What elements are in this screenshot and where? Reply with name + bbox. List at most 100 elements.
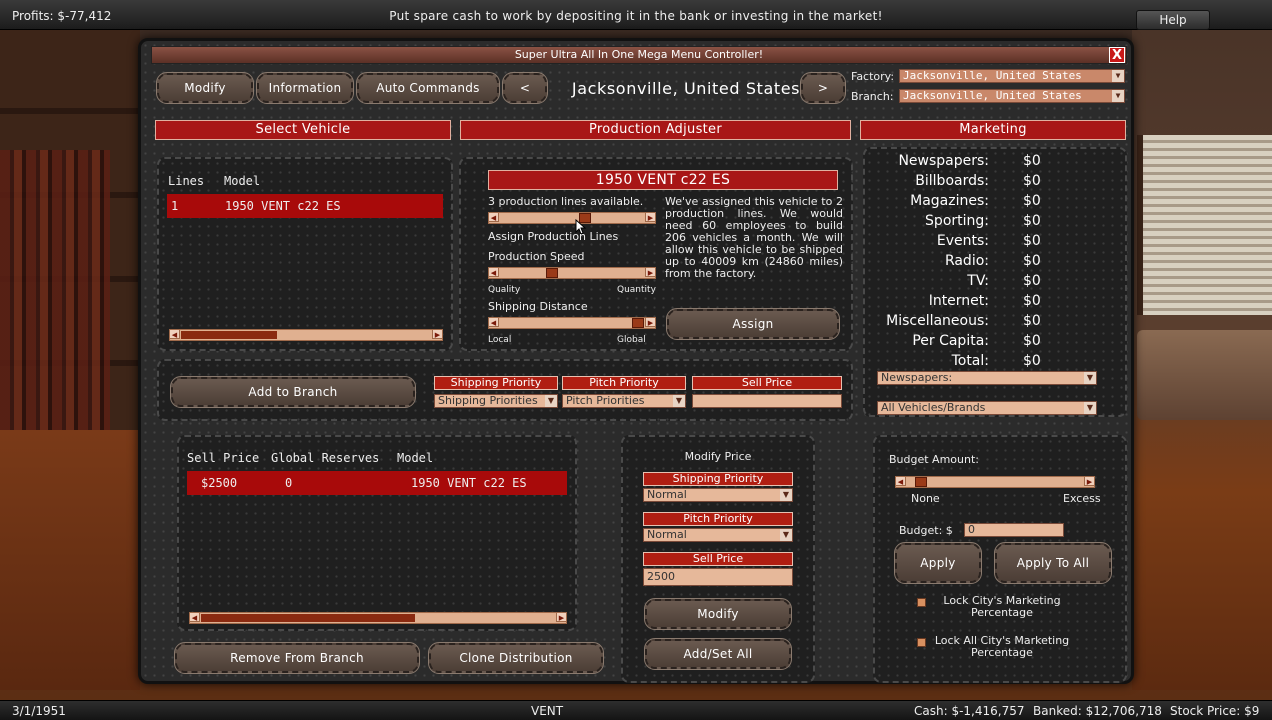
- lock-all-checkbox[interactable]: [917, 638, 926, 647]
- apply-to-all-button[interactable]: Apply To All: [994, 542, 1112, 584]
- decrease-arrow-icon[interactable]: ◀: [488, 267, 499, 277]
- media-type-select[interactable]: Newspapers: ▼: [877, 371, 1097, 385]
- marketing-row-label: TV:: [967, 273, 989, 289]
- clone-distribution-button[interactable]: Clone Distribution: [428, 642, 604, 674]
- vehicle-list-header-lines: Lines: [168, 174, 205, 188]
- budget-input[interactable]: 0: [964, 523, 1064, 537]
- marketing-row-magazines: Magazines: $0: [881, 193, 1071, 213]
- branch-list-row[interactable]: $2500 0 1950 VENT c22 ES: [187, 471, 567, 495]
- production-adjuster-header: Production Adjuster: [460, 120, 851, 140]
- vehicle-list-scrollbar[interactable]: ◀ ▶: [169, 329, 443, 341]
- increase-arrow-icon[interactable]: ▶: [645, 317, 656, 327]
- chevron-down-icon: ▼: [673, 395, 685, 407]
- chevron-down-icon: ▼: [780, 529, 792, 541]
- remove-from-branch-button[interactable]: Remove From Branch: [174, 642, 420, 674]
- increase-arrow-icon[interactable]: ▶: [645, 267, 656, 277]
- chevron-down-icon: ▼: [1112, 70, 1124, 82]
- vehicle-list-row[interactable]: 1 1950 VENT c22 ES: [167, 194, 443, 218]
- brand-select[interactable]: All Vehicles/Brands ▼: [877, 401, 1097, 415]
- budget-amount-slider[interactable]: ◀ ▶: [895, 476, 1095, 488]
- marketing-row-value: $0: [1023, 273, 1041, 289]
- marketing-row-value: $0: [1023, 313, 1041, 329]
- branch-list-scrollbar[interactable]: ◀ ▶: [189, 612, 567, 624]
- scrollbar-thumb[interactable]: [181, 331, 277, 339]
- banked-readout: Banked: $12,706,718: [1033, 704, 1162, 718]
- window-titlebar: Super Ultra All In One Mega Menu Control…: [151, 46, 1127, 64]
- scroll-left-icon[interactable]: ◀: [189, 612, 200, 622]
- cash-readout: Cash: $-1,416,757: [914, 704, 1025, 718]
- production-lines-slider[interactable]: ◀ ▶: [488, 212, 656, 224]
- scroll-right-icon[interactable]: ▶: [432, 329, 443, 339]
- branch-select[interactable]: Jacksonville, United States ▼: [899, 89, 1125, 103]
- branch-row-reserves: 0: [285, 476, 293, 490]
- mp-pitch-priority-select[interactable]: Normal ▼: [643, 528, 793, 542]
- information-tab-button[interactable]: Information: [256, 72, 354, 104]
- add-set-all-button[interactable]: Add/Set All: [644, 638, 792, 670]
- decrease-arrow-icon[interactable]: ◀: [488, 317, 499, 327]
- increase-arrow-icon[interactable]: ▶: [1084, 476, 1095, 486]
- marketing-row-billboards: Billboards: $0: [881, 173, 1071, 193]
- marketing-row-value: $0: [1023, 193, 1041, 209]
- sell-price-input[interactable]: [692, 394, 842, 408]
- top-status-bar: Profits: $-77,412 Put spare cash to work…: [0, 0, 1272, 30]
- shipping-distance-slider[interactable]: ◀ ▶: [488, 317, 656, 329]
- previous-city-button[interactable]: <: [502, 72, 548, 104]
- factory-select[interactable]: Jacksonville, United States ▼: [899, 69, 1125, 83]
- production-speed-slider[interactable]: ◀ ▶: [488, 267, 656, 279]
- branch-list-header-sell-price: Sell Price: [187, 451, 260, 465]
- marketing-row-tv: TV: $0: [881, 273, 1071, 293]
- marketing-row-internet: Internet: $0: [881, 293, 1071, 313]
- marketing-row-per-capita: Per Capita: $0: [881, 333, 1071, 353]
- lock-city-checkbox[interactable]: [917, 598, 926, 607]
- close-icon: X: [1111, 48, 1123, 63]
- quality-label: Quality: [488, 285, 521, 295]
- pitch-priorities-value: Pitch Priorities: [566, 394, 645, 407]
- sell-price-header: Sell Price: [692, 376, 842, 390]
- modify-button[interactable]: Modify: [644, 598, 792, 630]
- close-button[interactable]: X: [1109, 47, 1125, 63]
- increase-arrow-icon[interactable]: ▶: [645, 212, 656, 222]
- shipping-priorities-select[interactable]: Shipping Priorities ▼: [434, 394, 558, 408]
- assign-lines-label: Assign Production Lines: [488, 230, 619, 243]
- mp-shipping-priority-select[interactable]: Normal ▼: [643, 488, 793, 502]
- modify-tab-button[interactable]: Modify: [156, 72, 254, 104]
- mp-pitch-value: Normal: [647, 528, 687, 541]
- budget-none-label: None: [911, 492, 940, 505]
- chevron-down-icon: ▼: [1084, 402, 1096, 414]
- slider-thumb[interactable]: [915, 477, 927, 487]
- scrollbar-thumb[interactable]: [201, 614, 415, 622]
- current-city-title: Jacksonville, United States: [571, 79, 801, 98]
- marketing-header: Marketing: [860, 120, 1126, 140]
- decrease-arrow-icon[interactable]: ◀: [895, 476, 906, 486]
- marketing-row-label: Billboards:: [915, 173, 989, 189]
- shipping-priorities-value: Shipping Priorities: [438, 394, 538, 407]
- slider-thumb[interactable]: [546, 268, 558, 278]
- vehicle-row-model: 1950 VENT c22 ES: [225, 199, 341, 213]
- decrease-arrow-icon[interactable]: ◀: [488, 212, 499, 222]
- budget-excess-label: Excess: [1063, 492, 1101, 505]
- branch-list-header-model: Model: [397, 451, 434, 465]
- scroll-right-icon[interactable]: ▶: [556, 612, 567, 622]
- pitch-priorities-select[interactable]: Pitch Priorities ▼: [562, 394, 686, 408]
- scroll-left-icon[interactable]: ◀: [169, 329, 180, 339]
- next-city-button[interactable]: >: [800, 72, 846, 104]
- marketing-row-value: $0: [1023, 353, 1041, 369]
- help-button[interactable]: Help: [1136, 10, 1210, 30]
- add-to-branch-button[interactable]: Add to Branch: [170, 376, 416, 408]
- window-title: Super Ultra All In One Mega Menu Control…: [514, 48, 764, 61]
- marketing-row-label: Internet:: [928, 293, 989, 309]
- marketing-row-value: $0: [1023, 153, 1041, 169]
- marketing-row-newspapers: Newspapers: $0: [881, 153, 1071, 173]
- marketing-row-value: $0: [1023, 293, 1041, 309]
- marketing-row-value: $0: [1023, 213, 1041, 229]
- apply-button[interactable]: Apply: [894, 542, 982, 584]
- slider-thumb[interactable]: [632, 318, 644, 328]
- modify-price-title: Modify Price: [684, 450, 752, 463]
- shipping-distance-label: Shipping Distance: [488, 300, 588, 313]
- auto-commands-button[interactable]: Auto Commands: [356, 72, 500, 104]
- mp-sell-price-input[interactable]: 2500: [643, 568, 793, 586]
- budget-amount-label: Budget Amount:: [889, 453, 979, 466]
- marketing-row-value: $0: [1023, 253, 1041, 269]
- mega-menu-window: Super Ultra All In One Mega Menu Control…: [138, 38, 1134, 684]
- assign-button[interactable]: Assign: [666, 308, 840, 340]
